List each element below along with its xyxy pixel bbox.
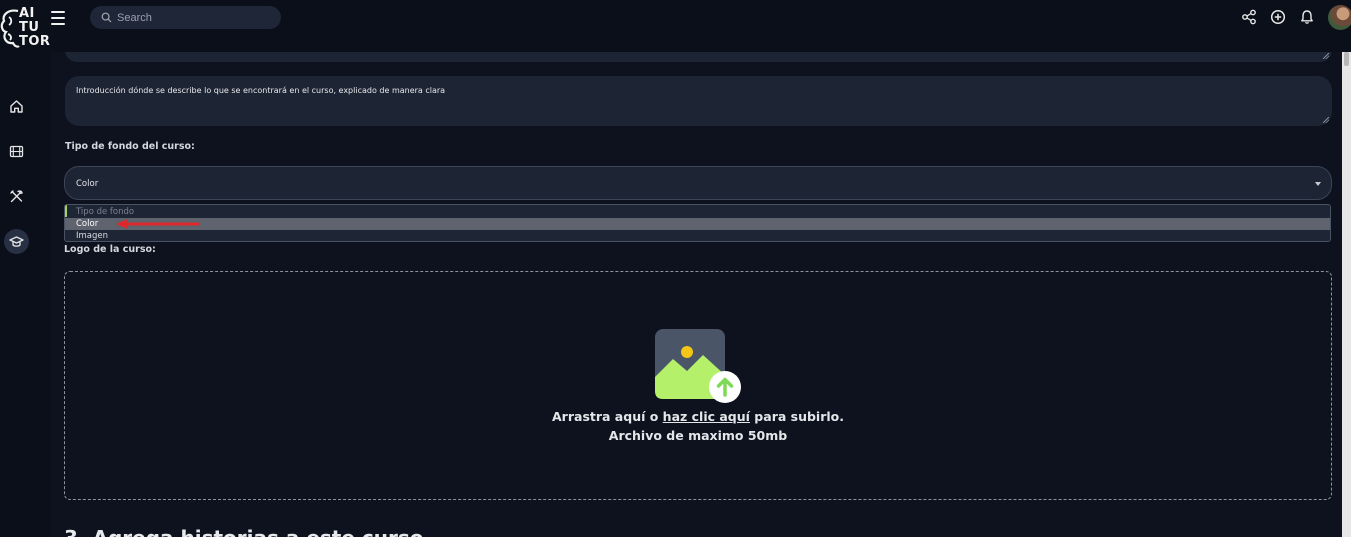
main-content: Introducción dónde se describe lo que se… xyxy=(51,52,1351,537)
search-icon xyxy=(101,12,112,23)
logo-line-2: TU xyxy=(19,20,40,35)
sidebar xyxy=(0,52,51,537)
app-window: AI TU TOR Search Introducción dónde se d… xyxy=(0,0,1351,537)
user-avatar[interactable] xyxy=(1328,5,1351,30)
film-icon xyxy=(9,145,24,158)
upload-link[interactable]: haz clic aquí xyxy=(663,409,750,424)
course-description-text: Introducción dónde se describe lo que se… xyxy=(76,86,446,95)
sidebar-item-tools[interactable] xyxy=(4,184,29,209)
logo-text: AI TU TOR xyxy=(19,7,50,49)
chevron-down-icon xyxy=(1315,182,1321,186)
background-type-label: Tipo de fondo del curso: xyxy=(65,141,195,152)
bell-icon[interactable] xyxy=(1299,9,1315,25)
dropzone-instructions: Arrastra aquí o haz clic aquí para subir… xyxy=(65,409,1331,424)
dropzone-text-before: Arrastra aquí o xyxy=(552,409,663,424)
brain-icon xyxy=(0,9,20,48)
logo-line-3: TOR xyxy=(19,34,51,49)
logo-line-1: AI xyxy=(19,6,35,21)
image-upload-icon xyxy=(655,329,741,403)
menu-toggle-icon[interactable] xyxy=(51,11,65,25)
course-description-textarea[interactable]: Introducción dónde se describe lo que se… xyxy=(65,76,1332,126)
section-heading: 3. Agrega historias a este curso xyxy=(64,526,423,537)
add-circle-icon[interactable] xyxy=(1270,9,1286,25)
top-bar: AI TU TOR xyxy=(0,0,1351,52)
dropdown-option-color[interactable]: Color xyxy=(65,218,1330,230)
home-icon xyxy=(10,100,23,113)
page-scrollbar[interactable] xyxy=(1342,52,1351,537)
logo-dropzone[interactable]: Arrastra aquí o haz clic aquí para subir… xyxy=(64,271,1332,500)
resize-grip-icon[interactable] xyxy=(1323,53,1329,59)
resize-grip-icon[interactable] xyxy=(1323,117,1329,123)
dropdown-option-placeholder: Tipo de fondo xyxy=(76,207,135,217)
logo-label: Logo de la curso: xyxy=(64,244,156,255)
dropzone-size-limit: Archivo de maximo 50mb xyxy=(608,428,788,443)
sidebar-item-courses[interactable] xyxy=(4,229,29,254)
search-input[interactable] xyxy=(117,9,267,26)
tools-icon xyxy=(10,190,23,203)
sidebar-item-home[interactable] xyxy=(4,94,29,119)
background-type-dropdown: Tipo de fondo Color Imagen xyxy=(64,204,1331,242)
search-box[interactable] xyxy=(90,6,281,29)
dropdown-accent-bar xyxy=(65,205,67,217)
graduation-cap-icon xyxy=(9,236,24,247)
background-type-select[interactable]: Color xyxy=(64,166,1332,200)
share-icon[interactable] xyxy=(1241,9,1257,25)
dropdown-option-image[interactable]: Imagen xyxy=(65,230,1330,241)
brand-logo[interactable]: AI TU TOR xyxy=(0,4,50,50)
scrollbar-thumb[interactable] xyxy=(1344,52,1349,66)
annotation-arrow xyxy=(116,219,200,229)
dropdown-option-color-label: Color xyxy=(76,219,99,229)
background-type-selected-value: Color xyxy=(76,179,99,189)
sidebar-item-media[interactable] xyxy=(4,139,29,164)
previous-textarea[interactable] xyxy=(65,52,1332,62)
dropzone-text-after: para subirlo. xyxy=(749,409,844,424)
